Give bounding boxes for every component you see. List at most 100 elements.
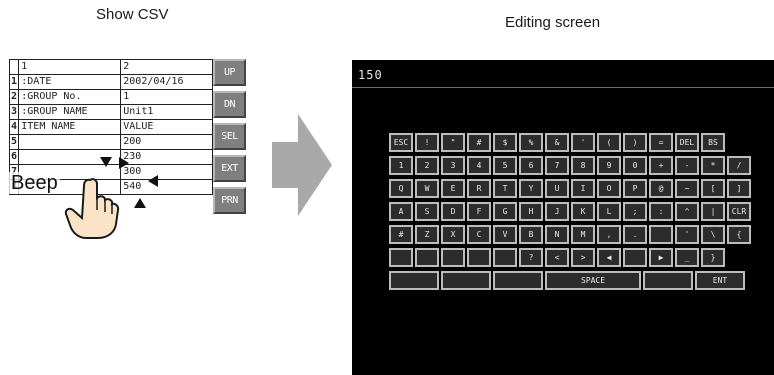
table-cell[interactable]: :DATE: [18, 74, 122, 90]
keyboard-key[interactable]: [493, 271, 543, 290]
keyboard-key[interactable]: |: [701, 202, 725, 221]
keyboard-key[interactable]: T: [493, 179, 517, 198]
keyboard-key[interactable]: D: [441, 202, 465, 221]
keyboard-key[interactable]: Q: [389, 179, 413, 198]
dn-button[interactable]: DN: [213, 91, 246, 118]
keyboard-key[interactable]: [467, 248, 491, 267]
keyboard-key[interactable]: 9: [597, 156, 621, 175]
keyboard-key[interactable]: ~: [675, 179, 699, 198]
keyboard-key[interactable]: P: [623, 179, 647, 198]
keyboard-key[interactable]: 4: [467, 156, 491, 175]
keyboard-key[interactable]: 2: [415, 156, 439, 175]
keyboard-key[interactable]: +: [649, 156, 673, 175]
keyboard-key[interactable]: =: [649, 133, 673, 152]
table-cell[interactable]: 540: [120, 179, 213, 195]
keyboard-key[interactable]: [441, 248, 465, 267]
keyboard-key[interactable]: L: [597, 202, 621, 221]
keyboard-key[interactable]: !: [415, 133, 439, 152]
keyboard-key[interactable]: \: [701, 225, 725, 244]
keyboard-key[interactable]: ?: [519, 248, 543, 267]
keyboard-key[interactable]: Y: [519, 179, 543, 198]
keyboard-key[interactable]: ": [441, 133, 465, 152]
table-row[interactable]: 4 ITEM NAME VALUE: [8, 119, 213, 135]
keyboard-key[interactable]: J: [545, 202, 569, 221]
keyboard-key[interactable]: W: [415, 179, 439, 198]
keyboard-key[interactable]: 8: [571, 156, 595, 175]
keyboard-key[interactable]: :: [649, 202, 673, 221]
keyboard-key[interactable]: %: [519, 133, 543, 152]
table-cell[interactable]: VALUE: [120, 119, 213, 135]
keyboard-key[interactable]: BS: [701, 133, 725, 152]
keyboard-key[interactable]: CLR: [727, 202, 751, 221]
keyboard-key[interactable]: }: [701, 248, 725, 267]
keyboard-key[interactable]: C: [467, 225, 491, 244]
keyboard-key[interactable]: V: [493, 225, 517, 244]
keyboard-key[interactable]: &: [545, 133, 569, 152]
keyboard-key[interactable]: ,: [597, 225, 621, 244]
keyboard-key[interactable]: [389, 248, 413, 267]
keyboard-key[interactable]: A: [389, 202, 413, 221]
keyboard-key[interactable]: #: [467, 133, 491, 152]
keyboard-key[interactable]: ): [623, 133, 647, 152]
keyboard-key[interactable]: <: [545, 248, 569, 267]
keyboard-key[interactable]: DEL: [675, 133, 699, 152]
prn-button[interactable]: PRN: [213, 187, 246, 214]
keyboard-key[interactable]: F: [467, 202, 491, 221]
table-cell[interactable]: 2: [120, 59, 213, 75]
keyboard-key[interactable]: $: [493, 133, 517, 152]
table-cell[interactable]: [18, 134, 122, 150]
table-cell[interactable]: 300: [120, 164, 213, 180]
table-cell[interactable]: Unit1: [120, 104, 213, 120]
keyboard-key[interactable]: {: [727, 225, 751, 244]
keyboard-key[interactable]: [415, 248, 439, 267]
table-cell[interactable]: :GROUP No.: [18, 89, 122, 105]
keyboard-key[interactable]: Z: [415, 225, 439, 244]
keyboard-key[interactable]: .: [623, 225, 647, 244]
keyboard-key[interactable]: _: [675, 248, 699, 267]
table-cell[interactable]: ITEM NAME: [18, 119, 122, 135]
keyboard-key[interactable]: ': [571, 133, 595, 152]
keyboard-key[interactable]: E: [441, 179, 465, 198]
keyboard-key[interactable]: [643, 271, 693, 290]
keyboard-key[interactable]: 0: [623, 156, 647, 175]
keyboard-key[interactable]: B: [519, 225, 543, 244]
keyboard-key[interactable]: G: [493, 202, 517, 221]
keyboard-key[interactable]: M: [571, 225, 595, 244]
table-cell[interactable]: 1: [120, 89, 213, 105]
table-row[interactable]: 12: [8, 59, 213, 75]
keyboard-key[interactable]: H: [519, 202, 543, 221]
table-row[interactable]: 5 200: [8, 134, 213, 150]
keyboard-key[interactable]: [493, 248, 517, 267]
table-row[interactable]: 1:DATE 2002/04/16: [8, 74, 213, 90]
keyboard-key[interactable]: (: [597, 133, 621, 152]
keyboard-key[interactable]: ;: [623, 202, 647, 221]
keyboard-key[interactable]: ESC: [389, 133, 413, 152]
keyboard-key[interactable]: 5: [493, 156, 517, 175]
keyboard-key[interactable]: X: [441, 225, 465, 244]
keyboard-key[interactable]: /: [727, 156, 751, 175]
keyboard-key[interactable]: 7: [545, 156, 569, 175]
sel-button[interactable]: SEL: [213, 123, 246, 150]
keyboard-key[interactable]: O: [597, 179, 621, 198]
keyboard-key[interactable]: [649, 225, 673, 244]
keyboard-key[interactable]: R: [467, 179, 491, 198]
keyboard-key[interactable]: ^: [675, 202, 699, 221]
keyboard-key[interactable]: #: [389, 225, 413, 244]
keyboard-key[interactable]: SPACE: [545, 271, 641, 290]
keyboard-key[interactable]: ◀: [597, 248, 621, 267]
table-cell[interactable]: 2002/04/16: [120, 74, 213, 90]
keyboard-key[interactable]: 6: [519, 156, 543, 175]
keyboard-key[interactable]: [623, 248, 647, 267]
table-cell[interactable]: 1: [18, 59, 122, 75]
table-cell[interactable]: :GROUP NAME: [18, 104, 122, 120]
table-cell[interactable]: 200: [120, 134, 213, 150]
keyboard-key[interactable]: [389, 271, 439, 290]
ext-button[interactable]: EXT: [213, 155, 246, 182]
keyboard-key[interactable]: U: [545, 179, 569, 198]
keyboard-key[interactable]: [441, 271, 491, 290]
table-row[interactable]: 3:GROUP NAME Unit1: [8, 104, 213, 120]
up-button[interactable]: UP: [213, 59, 246, 86]
keyboard-key[interactable]: -: [675, 156, 699, 175]
keyboard-key[interactable]: *: [701, 156, 725, 175]
keyboard-key[interactable]: N: [545, 225, 569, 244]
